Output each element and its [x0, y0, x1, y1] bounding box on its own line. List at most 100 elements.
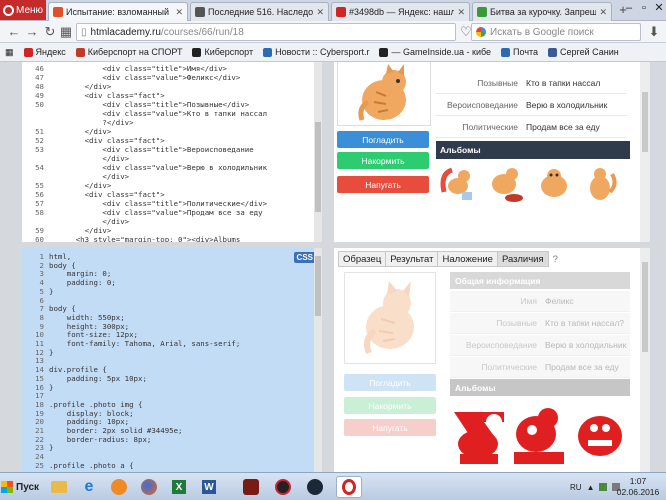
up-arrow-icon[interactable]: ▲: [587, 483, 595, 492]
action-button[interactable]: Напугать: [337, 176, 429, 193]
album-thumb[interactable]: [484, 162, 526, 204]
code-line: 7 body {: [22, 304, 76, 313]
minimize-icon[interactable]: –: [622, 2, 636, 16]
bookmarks-grid-icon[interactable]: ▦: [0, 43, 19, 61]
line-number: 9: [39, 321, 44, 331]
help-icon[interactable]: ?: [549, 251, 562, 267]
browser-tab[interactable]: Последние 516. Наследова ✕: [190, 2, 329, 21]
ie-icon[interactable]: e: [76, 476, 102, 498]
bookmark-item[interactable]: Киберспорт на СПОРТ: [71, 43, 188, 61]
code-text: <div class="fact">: [49, 136, 165, 145]
bookmark-item[interactable]: Новости :: Cybersport.r: [258, 43, 374, 61]
result-scrollbar[interactable]: [640, 62, 650, 242]
code-text: body {: [49, 260, 76, 270]
opera-menu-button[interactable]: Меню: [0, 0, 46, 20]
bookmark-item[interactable]: Сергей Санин: [543, 43, 624, 61]
code-text: </div>: [49, 181, 112, 190]
tab-favicon-icon: [477, 7, 487, 17]
action-button[interactable]: Погладить: [337, 131, 429, 148]
bookmark-item[interactable]: Яндекс: [19, 43, 71, 61]
code-line: 51 </div>: [22, 127, 111, 136]
bookmark-item[interactable]: — GameInside.ua - кибе: [374, 43, 496, 61]
comparison-panel: Образец Результат Наложение Различия? Погла…: [334, 248, 640, 472]
explorer-icon[interactable]: [46, 476, 72, 498]
line-number: 15: [35, 373, 44, 383]
tray-icon[interactable]: [599, 483, 608, 491]
tab-title: #3498db — Яндекс: нашло: [349, 7, 455, 17]
ghost-fact-title: Позывные: [496, 318, 537, 328]
bookmark-label: Почта: [513, 47, 539, 57]
code-text: </div>: [49, 217, 130, 226]
html-editor-scrollbar[interactable]: [314, 62, 322, 242]
browser-tab[interactable]: #3498db — Яндекс: нашло ✕: [331, 2, 470, 21]
album-thumb[interactable]: [580, 162, 622, 204]
line-number: 19: [35, 408, 44, 418]
speed-dial-icon[interactable]: ▦: [58, 24, 74, 40]
reload-icon[interactable]: ↻: [42, 24, 58, 40]
tab-close-icon[interactable]: ✕: [175, 7, 183, 18]
search-placeholder: Искать в Google поиск: [490, 26, 594, 38]
back-arrow-icon[interactable]: ←: [6, 24, 22, 40]
course-workspace: 46 <div class="title">Имя</div> 47 <div c…: [0, 62, 666, 472]
line-number: 6: [39, 295, 44, 305]
tab-close-icon[interactable]: ✕: [316, 7, 324, 18]
start-button[interactable]: Пуск: [1, 476, 43, 498]
search-input[interactable]: Искать в Google поиск: [471, 23, 641, 41]
code-text: <div class="title">Имя</div>: [49, 64, 227, 73]
code-text: </div>: [49, 154, 130, 163]
diff-thumb: [570, 400, 628, 466]
ghost-fact-title: Вероисповедание: [466, 340, 537, 350]
fact-value: Продам все за еду: [526, 122, 600, 132]
comparison-tab[interactable]: Результат: [385, 251, 438, 267]
url-field[interactable]: ▯ htmlacademy.ru/courses/66/run/18: [76, 23, 456, 41]
excel-icon[interactable]: X: [166, 476, 192, 498]
fact-title: Вероисповедание: [447, 100, 518, 110]
html-editor[interactable]: 46 <div class="title">Имя</div> 47 <div c…: [22, 62, 322, 242]
code-text: }: [49, 286, 54, 296]
album-thumb[interactable]: [436, 162, 478, 204]
action-button[interactable]: Накормить: [337, 152, 429, 169]
browser-tab[interactable]: Испытание: взломанный ко ✕: [48, 2, 188, 21]
ghost-fact-title: Имя: [520, 296, 537, 306]
language-indicator[interactable]: RU: [570, 483, 582, 492]
css-editor[interactable]: CSS 1 html, 2 body {3 margin: 0; 4 padding: …: [22, 248, 322, 472]
opera-taskbar-icon[interactable]: [336, 476, 362, 498]
code-line: 52 <div class="fact">: [22, 136, 165, 145]
comparison-scrollbar[interactable]: [640, 248, 650, 472]
diff-thumb: [450, 400, 508, 466]
forward-arrow-icon[interactable]: →: [24, 24, 40, 40]
comparison-tab[interactable]: Наложение: [437, 251, 497, 267]
clock[interactable]: 1:07 02.06.2016: [615, 476, 661, 498]
code-text: <h3 style="margin-top: 0"><div>Albums: [49, 235, 241, 242]
code-line: 55 </div>: [22, 181, 111, 190]
code-line: 20 padding: 10px;: [22, 417, 129, 426]
fact-title: Политические: [462, 122, 518, 132]
album-thumb[interactable]: [532, 162, 574, 204]
line-number: 47: [35, 73, 44, 82]
steam-icon[interactable]: [302, 476, 328, 498]
close-window-icon[interactable]: ✕: [652, 2, 666, 16]
css-editor-scrollbar[interactable]: [314, 248, 322, 472]
ghost-fact-value: Феликс: [545, 296, 574, 306]
line-number: 50: [35, 100, 44, 109]
bookmark-item[interactable]: Почта: [496, 43, 543, 61]
bookmark-item[interactable]: Киберспорт: [187, 43, 258, 61]
comparison-tab[interactable]: Различия: [496, 251, 549, 267]
game-icon[interactable]: [270, 476, 296, 498]
line-number: 54: [35, 163, 44, 172]
download-icon[interactable]: ⬇: [646, 24, 662, 40]
firefox-icon[interactable]: [136, 476, 162, 498]
media-player-icon[interactable]: [106, 476, 132, 498]
line-number: 10: [35, 330, 44, 340]
code-line: 22 border-radius: 8px;: [22, 435, 151, 444]
tab-close-icon[interactable]: ✕: [599, 7, 607, 18]
maximize-icon[interactable]: ▫: [637, 2, 651, 16]
dota-icon[interactable]: [238, 476, 264, 498]
browser-tab[interactable]: Битва за курочку. Запреще ✕: [472, 2, 612, 21]
code-line: 24: [22, 452, 49, 461]
word-icon[interactable]: W: [196, 476, 222, 498]
code-text: </div>: [49, 172, 130, 181]
tab-close-icon[interactable]: ✕: [457, 7, 465, 18]
comparison-tab[interactable]: Образец: [338, 251, 386, 267]
code-line: 15 padding: 5px 10px;: [22, 374, 147, 383]
